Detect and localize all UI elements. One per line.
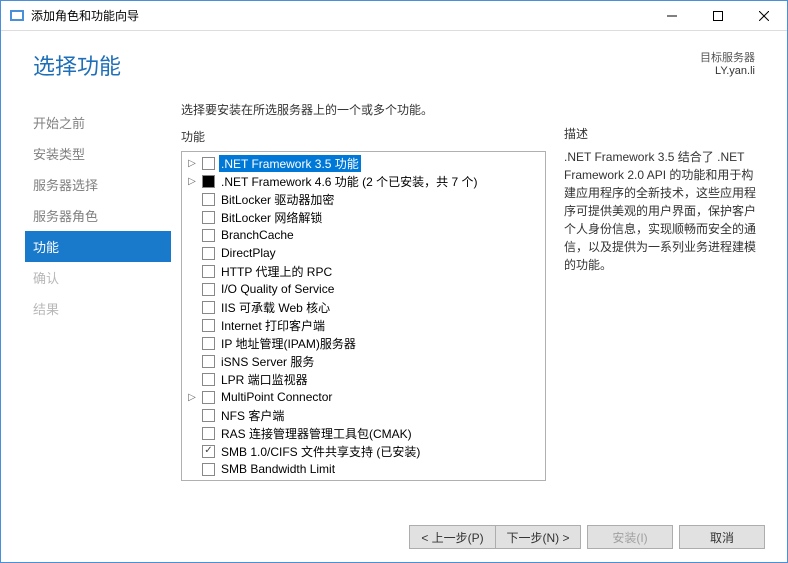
expander-icon[interactable]: ▷ bbox=[186, 392, 198, 403]
feature-row[interactable]: ▷BitLocker 网络解锁 bbox=[182, 208, 545, 226]
step-item[interactable]: 功能 bbox=[25, 231, 171, 262]
step-item[interactable]: 安装类型 bbox=[25, 138, 171, 169]
description-column: 描述 .NET Framework 3.5 结合了 .NET Framework… bbox=[564, 101, 759, 512]
maximize-button[interactable] bbox=[695, 1, 741, 31]
page-title: 选择功能 bbox=[33, 49, 700, 81]
feature-row[interactable]: ▷Internet 打印客户端 bbox=[182, 316, 545, 334]
feature-checkbox[interactable] bbox=[202, 355, 215, 368]
window-title: 添加角色和功能向导 bbox=[31, 7, 649, 24]
feature-row[interactable]: ▷SMB 1.0/CIFS 文件共享支持 (已安装) bbox=[182, 442, 545, 460]
feature-checkbox[interactable] bbox=[202, 445, 215, 458]
main-panel: 选择要安装在所选服务器上的一个或多个功能。 功能 ▷ .NET Framework… bbox=[171, 89, 787, 512]
feature-label[interactable]: DirectPlay bbox=[219, 246, 278, 260]
feature-checkbox[interactable] bbox=[202, 157, 215, 170]
step-item[interactable]: 开始之前 bbox=[25, 107, 171, 138]
step-list: 开始之前安装类型服务器选择服务器角色功能确认结果 bbox=[1, 89, 171, 512]
feature-checkbox[interactable] bbox=[202, 373, 215, 386]
feature-label[interactable]: .NET Framework 4.6 功能 (2 个已安装，共 7 个) bbox=[219, 173, 479, 190]
feature-label[interactable]: BitLocker 网络解锁 bbox=[219, 209, 324, 226]
description-text: .NET Framework 3.5 结合了 .NET Framework 2.… bbox=[564, 148, 759, 274]
feature-label[interactable]: I/O Quality of Service bbox=[219, 282, 336, 296]
app-icon bbox=[9, 8, 25, 24]
instruction-text: 选择要安装在所选服务器上的一个或多个功能。 bbox=[181, 101, 546, 118]
features-label: 功能 bbox=[181, 128, 546, 145]
feature-row[interactable]: ▷IIS 可承载 Web 核心 bbox=[182, 298, 545, 316]
feature-checkbox[interactable] bbox=[202, 211, 215, 224]
previous-button[interactable]: < 上一步(P) bbox=[409, 525, 495, 549]
install-button[interactable]: 安装(I) bbox=[587, 525, 673, 549]
feature-checkbox[interactable] bbox=[202, 481, 215, 482]
next-button[interactable]: 下一步(N) > bbox=[495, 525, 581, 549]
feature-checkbox[interactable] bbox=[202, 265, 215, 278]
feature-row[interactable]: ▷IP 地址管理(IPAM)服务器 bbox=[182, 334, 545, 352]
feature-checkbox[interactable] bbox=[202, 175, 215, 188]
feature-label[interactable]: IP 地址管理(IPAM)服务器 bbox=[219, 335, 358, 352]
wizard-window: 添加角色和功能向导 选择功能 目标服务器 LY.yan.li 开始之前安装类型服… bbox=[0, 0, 788, 563]
cancel-button[interactable]: 取消 bbox=[679, 525, 765, 549]
nav-button-pair: < 上一步(P) 下一步(N) > bbox=[409, 525, 581, 549]
feature-label[interactable]: NFS 客户端 bbox=[219, 407, 286, 424]
step-item[interactable]: 服务器角色 bbox=[25, 200, 171, 231]
header: 选择功能 目标服务器 LY.yan.li bbox=[1, 31, 787, 89]
feature-label[interactable]: RAS 连接管理器管理工具包(CMAK) bbox=[219, 425, 414, 442]
feature-row[interactable]: ▷SMTP 服务器 bbox=[182, 478, 545, 481]
feature-label[interactable]: IIS 可承载 Web 核心 bbox=[219, 299, 332, 316]
feature-row[interactable]: ▷BitLocker 驱动器加密 bbox=[182, 190, 545, 208]
feature-row[interactable]: ▷DirectPlay bbox=[182, 244, 545, 262]
feature-label[interactable]: SMB 1.0/CIFS 文件共享支持 (已安装) bbox=[219, 443, 422, 460]
wizard-body: 开始之前安装类型服务器选择服务器角色功能确认结果 选择要安装在所选服务器上的一个… bbox=[1, 89, 787, 512]
feature-checkbox[interactable] bbox=[202, 301, 215, 314]
features-tree[interactable]: ▷ .NET Framework 3.5 功能 ▷ .NET Framework 4.… bbox=[181, 151, 546, 481]
features-column: 选择要安装在所选服务器上的一个或多个功能。 功能 ▷ .NET Framework… bbox=[181, 101, 546, 512]
feature-checkbox[interactable] bbox=[202, 193, 215, 206]
feature-row[interactable]: ▷SMB Bandwidth Limit bbox=[182, 460, 545, 478]
target-server-block: 目标服务器 LY.yan.li bbox=[700, 49, 755, 77]
titlebar: 添加角色和功能向导 bbox=[1, 1, 787, 31]
feature-row[interactable]: ▷LPR 端口监视器 bbox=[182, 370, 545, 388]
feature-checkbox[interactable] bbox=[202, 391, 215, 404]
feature-checkbox[interactable] bbox=[202, 319, 215, 332]
feature-row[interactable]: ▷BranchCache bbox=[182, 226, 545, 244]
feature-label[interactable]: iSNS Server 服务 bbox=[219, 353, 316, 370]
feature-row[interactable]: ▷iSNS Server 服务 bbox=[182, 352, 545, 370]
feature-label[interactable]: SMTP 服务器 bbox=[219, 479, 295, 482]
feature-row[interactable]: ▷NFS 客户端 bbox=[182, 406, 545, 424]
feature-row[interactable]: ▷ MultiPoint Connector bbox=[182, 388, 545, 406]
feature-row[interactable]: ▷ .NET Framework 3.5 功能 bbox=[182, 154, 545, 172]
feature-checkbox[interactable] bbox=[202, 229, 215, 242]
step-item[interactable]: 服务器选择 bbox=[25, 169, 171, 200]
description-label: 描述 bbox=[564, 125, 759, 142]
feature-checkbox[interactable] bbox=[202, 463, 215, 476]
feature-row[interactable]: ▷RAS 连接管理器管理工具包(CMAK) bbox=[182, 424, 545, 442]
expander-icon[interactable]: ▷ bbox=[186, 176, 198, 187]
step-item: 确认 bbox=[25, 262, 171, 293]
feature-row[interactable]: ▷ .NET Framework 4.6 功能 (2 个已安装，共 7 个) bbox=[182, 172, 545, 190]
target-server-name: LY.yan.li bbox=[700, 65, 755, 77]
feature-row[interactable]: ▷HTTP 代理上的 RPC bbox=[182, 262, 545, 280]
feature-label[interactable]: MultiPoint Connector bbox=[219, 390, 334, 404]
step-item: 结果 bbox=[25, 293, 171, 324]
feature-label[interactable]: BranchCache bbox=[219, 228, 296, 242]
expander-icon[interactable]: ▷ bbox=[186, 158, 198, 169]
feature-label[interactable]: BitLocker 驱动器加密 bbox=[219, 191, 336, 208]
feature-row[interactable]: ▷I/O Quality of Service bbox=[182, 280, 545, 298]
minimize-button[interactable] bbox=[649, 1, 695, 31]
feature-checkbox[interactable] bbox=[202, 409, 215, 422]
feature-checkbox[interactable] bbox=[202, 283, 215, 296]
footer: < 上一步(P) 下一步(N) > 安装(I) 取消 bbox=[1, 512, 787, 562]
feature-checkbox[interactable] bbox=[202, 247, 215, 260]
feature-label[interactable]: .NET Framework 3.5 功能 bbox=[219, 155, 361, 172]
description-spacer bbox=[564, 101, 759, 115]
feature-label[interactable]: SMB Bandwidth Limit bbox=[219, 462, 337, 476]
close-button[interactable] bbox=[741, 1, 787, 31]
feature-checkbox[interactable] bbox=[202, 427, 215, 440]
feature-label[interactable]: Internet 打印客户端 bbox=[219, 317, 327, 334]
feature-checkbox[interactable] bbox=[202, 337, 215, 350]
feature-label[interactable]: LPR 端口监视器 bbox=[219, 371, 310, 388]
feature-label[interactable]: HTTP 代理上的 RPC bbox=[219, 263, 334, 280]
target-server-label: 目标服务器 bbox=[700, 49, 755, 65]
